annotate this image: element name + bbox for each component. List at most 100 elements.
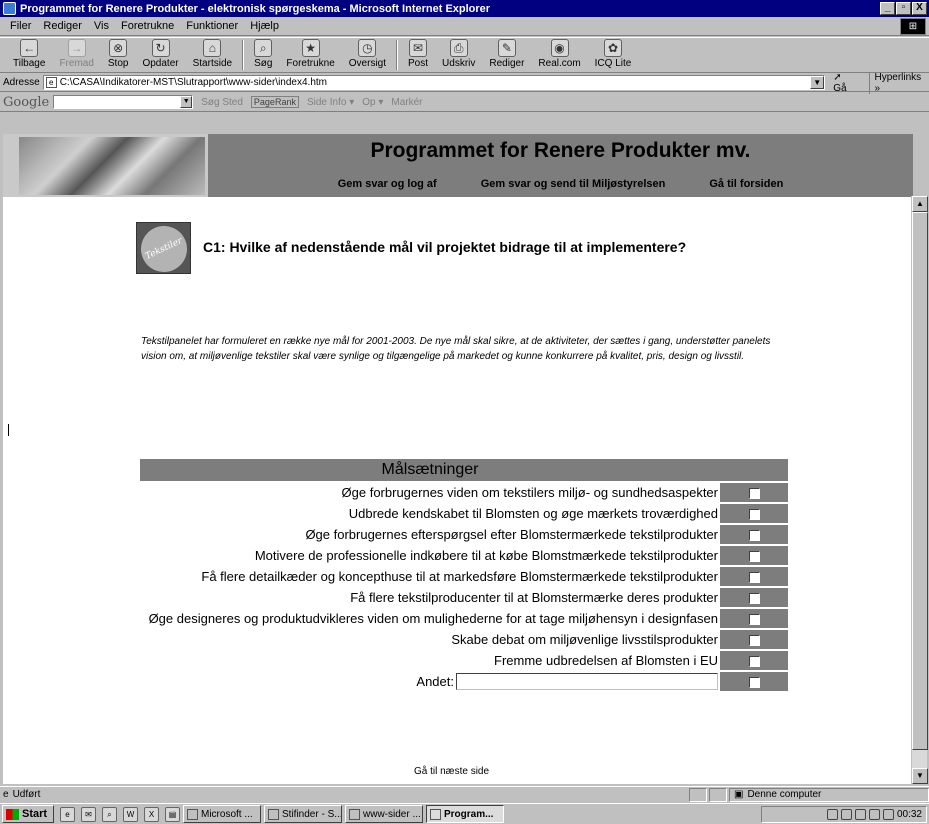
realcom-button[interactable]: ◉ Real.com — [531, 38, 587, 69]
menu-funktioner[interactable]: Funktioner — [186, 20, 238, 32]
ie-quicklaunch-icon[interactable]: e — [60, 806, 75, 822]
computer-icon: ▣ — [734, 789, 744, 800]
tray-icon[interactable] — [868, 809, 880, 820]
explorer-quicklaunch-icon[interactable]: ⌕ — [102, 806, 117, 822]
windows-flag-icon — [6, 808, 19, 820]
edit-button[interactable]: ✎ Rediger — [482, 38, 531, 69]
toolbar-separator — [242, 40, 245, 70]
task-word[interactable]: Microsoft ... — [183, 805, 261, 823]
google-search-input[interactable]: ▼ — [53, 95, 194, 109]
goal-label: Motivere de professionelle indkøbere til… — [254, 548, 718, 563]
chevron-down-icon[interactable]: ▼ — [180, 96, 193, 108]
tray-icon[interactable] — [826, 809, 838, 820]
goal-checkbox[interactable] — [748, 572, 760, 584]
edit-icon: ✎ — [497, 39, 516, 57]
other-label: Andet: — [416, 674, 454, 689]
chevron-down-icon[interactable]: ▼ — [810, 76, 825, 89]
word-quicklaunch-icon[interactable]: W — [123, 806, 138, 822]
goal-checkbox[interactable] — [748, 509, 760, 521]
goal-row: Få flere tekstilproducenter til at Bloms… — [140, 588, 788, 607]
goal-row-other: Andet: — [140, 672, 788, 691]
menu-vis[interactable]: Vis — [94, 20, 109, 32]
nav-save-logout-link[interactable]: Gem svar og log af — [338, 178, 437, 190]
header-band: Programmet for Renere Produkter mv. Gem … — [208, 134, 913, 197]
history-button[interactable]: ◷ Oversigt — [342, 38, 393, 69]
outlook-quicklaunch-icon[interactable]: ✉ — [81, 806, 96, 822]
goal-row: Få flere detailkæder og koncepthuse til … — [140, 567, 788, 586]
maximize-button[interactable]: ▫ — [896, 2, 911, 15]
goal-label: Få flere detailkæder og koncepthuse til … — [201, 569, 718, 584]
scroll-up-icon[interactable]: ▲ — [912, 196, 928, 212]
icq-lite-button[interactable]: ✿ ICQ Lite — [588, 38, 639, 69]
menu-foretrukne[interactable]: Foretrukne — [121, 20, 174, 32]
pagerank-indicator[interactable]: PageRank — [250, 96, 299, 108]
print-button[interactable]: ⎙ Udskriv — [435, 38, 482, 69]
task-program[interactable]: Program... — [426, 805, 504, 823]
search-button[interactable]: ⌕ Søg — [247, 38, 279, 69]
goal-checkbox[interactable] — [748, 614, 760, 626]
favorites-button[interactable]: ★ Foretrukne — [279, 38, 341, 69]
page-header: Programmet for Renere Produkter mv. Gem … — [3, 134, 913, 197]
goal-row: Udbrede kendskabet til Blomsten og øge m… — [140, 504, 788, 523]
question-heading: C1: Hvilke af nedenstående mål vil proje… — [203, 239, 687, 255]
security-zone: ▣ Denne computer — [729, 787, 929, 802]
task-stifinder[interactable]: Stifinder - S... — [264, 805, 342, 823]
textiles-icon-caption: Tekstiler — [133, 218, 195, 280]
tray-icon[interactable] — [854, 809, 866, 820]
google-search-site-button[interactable]: Søg Sted — [201, 97, 243, 108]
word-icon — [187, 808, 198, 820]
goal-checkbox[interactable] — [748, 551, 760, 563]
task-www-sider[interactable]: www-sider ... — [345, 805, 423, 823]
textiles-icon: Tekstiler — [133, 218, 195, 280]
menu-filer[interactable]: Filer — [10, 20, 31, 32]
icq-icon: ✿ — [604, 39, 622, 57]
scroll-down-icon[interactable]: ▼ — [912, 768, 928, 784]
stop-button[interactable]: ⊗ Stop — [101, 38, 136, 69]
home-button[interactable]: ⌂ Startside — [186, 38, 239, 69]
goal-checkbox[interactable] — [748, 656, 760, 668]
go-button[interactable]: ➚ Gå — [833, 72, 857, 94]
refresh-button[interactable]: ↻ Opdater — [135, 38, 185, 69]
minimize-button[interactable]: _ — [880, 2, 895, 15]
stop-icon: ⊗ — [109, 39, 128, 57]
goal-checkbox[interactable] — [748, 593, 760, 605]
up-button[interactable]: Op ▾ — [362, 97, 383, 108]
back-button[interactable]: ← Tilbage — [6, 38, 52, 69]
excel-quicklaunch-icon[interactable]: X — [144, 806, 159, 822]
desktop-quicklaunch-icon[interactable]: ▤ — [165, 806, 180, 822]
goal-checkbox[interactable] — [748, 530, 760, 542]
scrollbar-thumb[interactable] — [912, 212, 928, 750]
nav-home-link[interactable]: Gå til forsiden — [709, 178, 783, 190]
mail-button[interactable]: ✉ Post — [401, 38, 435, 69]
nav-save-send-link[interactable]: Gem svar og send til Miljøstyrelsen — [481, 178, 666, 190]
home-icon: ⌂ — [203, 39, 222, 57]
forward-button[interactable]: → Fremad — [52, 38, 100, 69]
close-button[interactable]: X — [912, 2, 927, 15]
start-button[interactable]: Start — [2, 805, 54, 823]
address-input[interactable]: e C:\CASA\Indikatorer-MST\Slutrapport\ww… — [42, 75, 826, 90]
page-viewport: Programmet for Renere Produkter mv. Gem … — [3, 134, 913, 784]
google-logo[interactable]: Google — [3, 95, 49, 110]
folder-icon — [268, 808, 279, 820]
links-button[interactable]: Hyperlinks » — [869, 71, 929, 94]
menu-hjaelp[interactable]: Hjælp — [250, 20, 279, 32]
goal-checkbox[interactable] — [748, 488, 760, 500]
history-icon: ◷ — [358, 39, 377, 57]
address-url: C:\CASA\Indikatorer-MST\Slutrapport\www-… — [59, 77, 327, 88]
volume-icon[interactable] — [882, 809, 894, 820]
page-info-button[interactable]: Side Info ▾ — [307, 97, 354, 108]
menu-rediger[interactable]: Rediger — [43, 20, 82, 32]
site-title: Programmet for Renere Produkter mv. — [370, 139, 751, 162]
next-page-link[interactable]: Gå til næste side — [414, 766, 489, 777]
goal-label: Fremme udbredelsen af Blomsten i EU — [494, 653, 718, 668]
address-bar: Adresse e C:\CASA\Indikatorer-MST\Slutra… — [0, 71, 929, 94]
vertical-scrollbar[interactable]: ▲ ▼ — [911, 196, 928, 784]
realcom-icon: ◉ — [550, 39, 569, 57]
goal-checkbox[interactable] — [748, 635, 760, 647]
highlight-button[interactable]: Markér — [391, 97, 422, 108]
other-checkbox[interactable] — [748, 677, 760, 689]
ie-icon — [430, 808, 441, 820]
ie-icon — [3, 2, 16, 15]
tray-icon[interactable] — [840, 809, 852, 820]
other-input[interactable] — [456, 673, 718, 690]
